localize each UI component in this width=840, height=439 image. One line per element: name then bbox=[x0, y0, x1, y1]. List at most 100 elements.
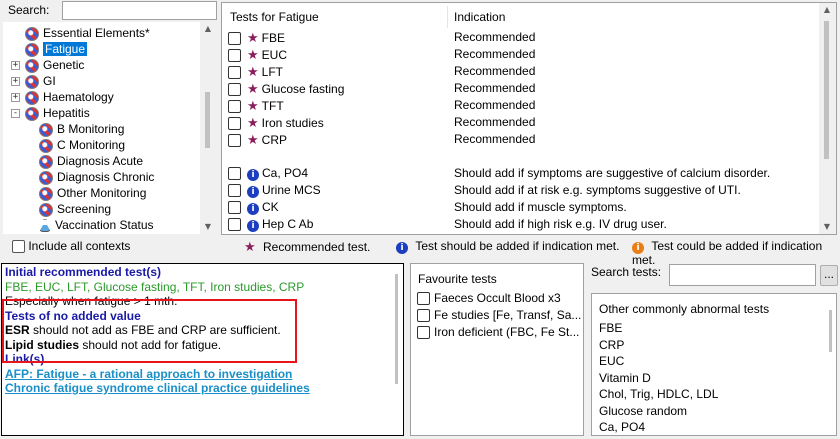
dna-icon bbox=[39, 186, 53, 201]
tree-item-label: Haematology bbox=[43, 90, 114, 104]
expand-icon[interactable]: + bbox=[11, 93, 20, 103]
test-row[interactable]: ★ Glucose fasting Recommended bbox=[228, 80, 813, 97]
test-row[interactable]: ★ LFT Recommended bbox=[228, 63, 813, 80]
expand-icon[interactable]: + bbox=[11, 77, 20, 87]
dna-icon bbox=[25, 90, 39, 105]
tree-item[interactable]: C Monitoring bbox=[39, 137, 125, 154]
test-row[interactable]: i Hep C Ab Should add if high risk e.g. IV… bbox=[228, 216, 813, 233]
scroll-down-icon[interactable]: ▼ bbox=[201, 220, 215, 234]
star-icon: ★ bbox=[247, 81, 259, 96]
tree-item[interactable]: + Genetic bbox=[11, 57, 84, 74]
tree-item[interactable]: Diagnosis Chronic bbox=[39, 169, 154, 186]
other-tests-scroll-thumb[interactable] bbox=[829, 310, 832, 352]
test-row[interactable]: ★ CRP Recommended bbox=[228, 131, 813, 148]
tree-item[interactable]: Fatigue bbox=[11, 41, 88, 58]
other-test-item[interactable]: Chol, Trig, HDLC, LDL bbox=[599, 386, 718, 403]
include-all-contexts-checkbox[interactable] bbox=[12, 240, 25, 254]
other-test-item[interactable]: CRP bbox=[599, 337, 624, 354]
tree-item[interactable]: Other Monitoring bbox=[39, 185, 146, 202]
test-checkbox[interactable] bbox=[228, 134, 241, 148]
test-checkbox[interactable] bbox=[228, 117, 241, 131]
test-indication: Should add if muscle symptoms. bbox=[454, 200, 627, 214]
highlight-box bbox=[2, 299, 297, 363]
test-checkbox[interactable] bbox=[228, 218, 241, 232]
tree-item-label: Hepatitis bbox=[43, 106, 90, 120]
tests-scroll-thumb[interactable] bbox=[824, 21, 829, 159]
test-indication: Should add if symptoms are suggestive of… bbox=[454, 166, 771, 180]
tree-item[interactable]: + Haematology bbox=[11, 89, 114, 106]
other-test-item[interactable]: EUC bbox=[599, 353, 624, 370]
tree-item[interactable]: Screening bbox=[39, 201, 111, 218]
scroll-up-icon[interactable]: ▲ bbox=[820, 3, 834, 17]
other-test-item[interactable]: Ca, PO4 bbox=[599, 419, 645, 436]
tree-item[interactable]: + GI bbox=[11, 73, 56, 90]
test-indication: Recommended bbox=[454, 132, 536, 146]
favourite-checkbox[interactable] bbox=[417, 292, 430, 306]
info-scroll-thumb[interactable] bbox=[395, 274, 398, 384]
test-indication: Recommended bbox=[454, 115, 536, 129]
search-tests-input[interactable] bbox=[669, 264, 816, 286]
info-scrollbar[interactable] bbox=[390, 264, 403, 435]
search-input[interactable] bbox=[62, 1, 217, 20]
star-icon: ★ bbox=[247, 47, 259, 62]
favourite-item[interactable]: Fe studies [Fe, Transf, Sa... bbox=[417, 307, 581, 324]
include-all-contexts[interactable]: Include all contexts bbox=[12, 240, 130, 254]
initial-tests-heading: Initial recommended test(s) bbox=[5, 265, 162, 279]
tree-scroll-thumb[interactable] bbox=[205, 92, 210, 148]
test-checkbox[interactable] bbox=[228, 100, 241, 114]
test-checkbox[interactable] bbox=[228, 184, 241, 198]
test-row[interactable]: i Urine MCS Should add if at risk e.g. sym… bbox=[228, 182, 813, 199]
tests-column-header[interactable]: Tests for Fatigue bbox=[230, 10, 319, 24]
collapse-icon[interactable]: - bbox=[11, 109, 20, 119]
favourite-item[interactable]: Faeces Occult Blood x3 bbox=[417, 290, 561, 307]
indication-column-header[interactable]: Indication bbox=[454, 10, 505, 24]
favourite-item[interactable]: Iron deficient (FBC, Fe St... bbox=[417, 324, 579, 341]
tree-item-label: Essential Elements* bbox=[43, 26, 150, 40]
favourites-title: Favourite tests bbox=[418, 272, 497, 286]
other-test-item[interactable]: Vitamin D bbox=[599, 370, 651, 387]
test-checkbox[interactable] bbox=[228, 66, 241, 80]
test-indication: Should add if at risk e.g. symptoms sugg… bbox=[454, 183, 741, 197]
test-checkbox[interactable] bbox=[228, 32, 241, 46]
tree-item[interactable]: - Hepatitis bbox=[11, 105, 90, 122]
info-icon: i bbox=[247, 203, 259, 215]
scroll-down-icon[interactable]: ▼ bbox=[820, 220, 834, 234]
test-row[interactable]: ★ TFT Recommended bbox=[228, 97, 813, 114]
test-row[interactable]: ★ EUC Recommended bbox=[228, 46, 813, 63]
tree-item[interactable]: Diagnosis Acute bbox=[39, 153, 143, 170]
tree-item[interactable]: Vaccination Status bbox=[39, 217, 154, 234]
tree-item-label: Vaccination Status bbox=[55, 218, 154, 232]
favourite-checkbox[interactable] bbox=[417, 326, 430, 340]
test-name: CK bbox=[262, 200, 279, 214]
favourite-checkbox[interactable] bbox=[417, 309, 430, 323]
tree-item[interactable]: Essential Elements* bbox=[11, 25, 150, 42]
other-test-item[interactable]: FBE bbox=[599, 320, 622, 337]
test-indication: Should add if high risk e.g. IV drug use… bbox=[454, 217, 667, 231]
test-checkbox[interactable] bbox=[228, 167, 241, 181]
test-name: Hep C Ab bbox=[262, 217, 314, 231]
test-row[interactable]: ★ Iron studies Recommended bbox=[228, 114, 813, 131]
dna-icon bbox=[25, 74, 39, 89]
expand-icon[interactable]: + bbox=[11, 61, 20, 71]
info-icon: i bbox=[247, 186, 259, 198]
afp-fatigue-link[interactable]: AFP: Fatigue - a rational approach to in… bbox=[5, 367, 390, 382]
tests-scrollbar[interactable]: ▲ ▼ bbox=[819, 3, 836, 234]
test-row[interactable]: i CK Should add if muscle symptoms. bbox=[228, 199, 813, 216]
other-tests-scrollbar[interactable] bbox=[825, 310, 836, 435]
search-tests-button[interactable]: ... bbox=[820, 265, 838, 286]
test-indication: Recommended bbox=[454, 81, 536, 95]
favourites-panel: Favourite tests Faeces Occult Blood x3 Fe… bbox=[410, 263, 584, 436]
cfs-guidelines-link[interactable]: Chronic fatigue syndrome clinical practi… bbox=[5, 381, 390, 396]
test-name: TFT bbox=[261, 99, 284, 113]
scroll-up-icon[interactable]: ▲ bbox=[201, 22, 215, 36]
legend-recommended: ★ Recommended test. bbox=[244, 240, 370, 254]
test-checkbox[interactable] bbox=[228, 83, 241, 97]
tree-item[interactable]: B Monitoring bbox=[39, 121, 124, 138]
other-test-item[interactable]: Glucose random bbox=[599, 403, 687, 420]
test-checkbox[interactable] bbox=[228, 49, 241, 63]
tree-scrollbar[interactable]: ▲ ▼ bbox=[200, 22, 217, 234]
test-checkbox[interactable] bbox=[228, 201, 241, 215]
test-row[interactable]: ★ FBE Recommended bbox=[228, 29, 813, 46]
test-row[interactable]: i Ca, PO4 Should add if symptoms are sugge… bbox=[228, 165, 813, 182]
test-name: CRP bbox=[261, 133, 287, 147]
